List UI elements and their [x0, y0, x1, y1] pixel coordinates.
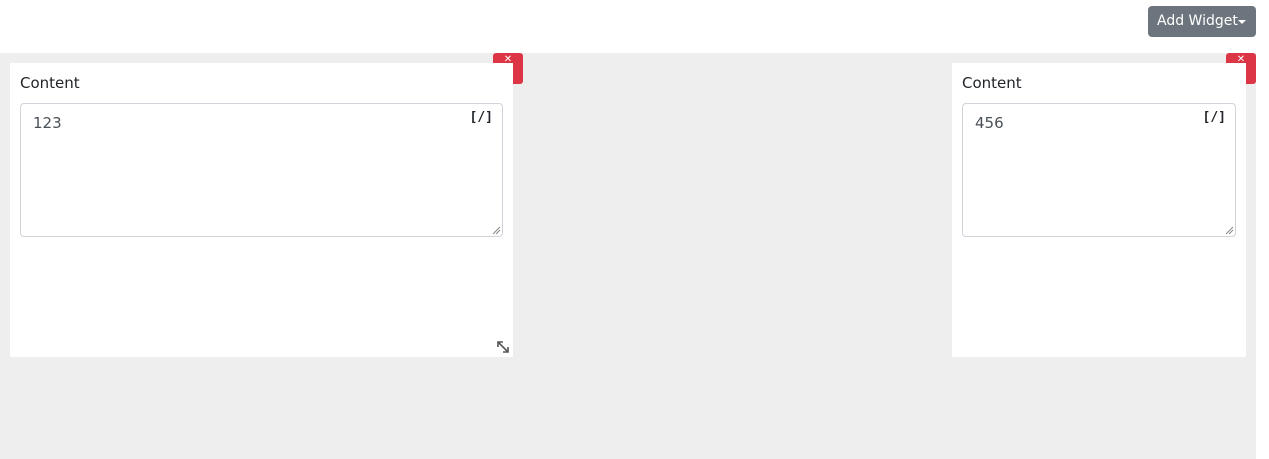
resize-handle-icon[interactable] — [495, 339, 511, 355]
content-widget: Content 123 [/] — [10, 63, 513, 357]
content-textarea[interactable]: 123 [/] — [20, 103, 503, 237]
code-icon[interactable]: [/] — [470, 110, 493, 125]
content-textarea[interactable]: 456 [/] — [962, 103, 1236, 237]
textarea-value: 123 — [33, 114, 62, 132]
textarea-grip-icon[interactable] — [492, 226, 501, 235]
caret-down-icon — [1238, 20, 1246, 24]
textarea-grip-icon[interactable] — [1225, 226, 1234, 235]
code-icon[interactable]: [/] — [1203, 110, 1226, 125]
add-widget-label: Add Widget — [1157, 13, 1238, 29]
content-widget: Content 456 [/] — [952, 63, 1246, 357]
textarea-value: 456 — [975, 114, 1004, 132]
dashboard-page: Add Widget ✕ Content 123 [/] ✕ Content 4 — [0, 0, 1269, 459]
widget-label: Content — [962, 74, 1022, 92]
widget-label: Content — [20, 74, 80, 92]
add-widget-button[interactable]: Add Widget — [1148, 6, 1256, 37]
top-toolbar: Add Widget — [0, 0, 1269, 53]
